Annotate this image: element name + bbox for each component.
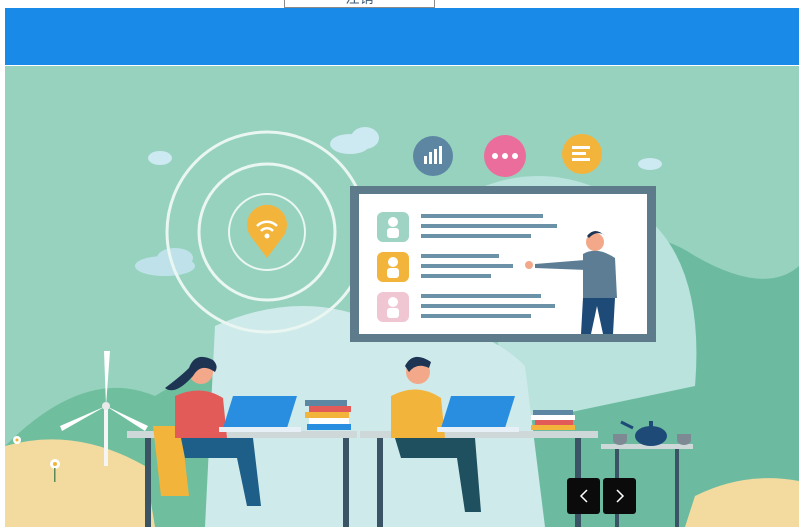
carousel-next-button[interactable] — [603, 478, 636, 514]
cloud-icon — [135, 248, 195, 276]
carousel-prev-button[interactable] — [567, 478, 600, 514]
banner-carousel — [5, 66, 799, 527]
logout-label: 注销 — [285, 0, 434, 6]
wifi-icon — [247, 204, 287, 258]
bar-chart-icon — [413, 136, 453, 176]
chat-dots-icon — [484, 135, 526, 177]
logout-button[interactable]: 注销 — [284, 0, 435, 8]
cloud-icon — [638, 158, 662, 170]
chevron-right-icon — [615, 489, 624, 503]
cloud-icon — [330, 127, 379, 154]
online-class-illustration — [5, 127, 799, 527]
chevron-left-icon — [579, 489, 588, 503]
presentation-board — [350, 186, 656, 342]
text-lines-icon — [562, 134, 602, 174]
cloud-icon — [148, 151, 172, 165]
header-bar — [5, 8, 799, 65]
